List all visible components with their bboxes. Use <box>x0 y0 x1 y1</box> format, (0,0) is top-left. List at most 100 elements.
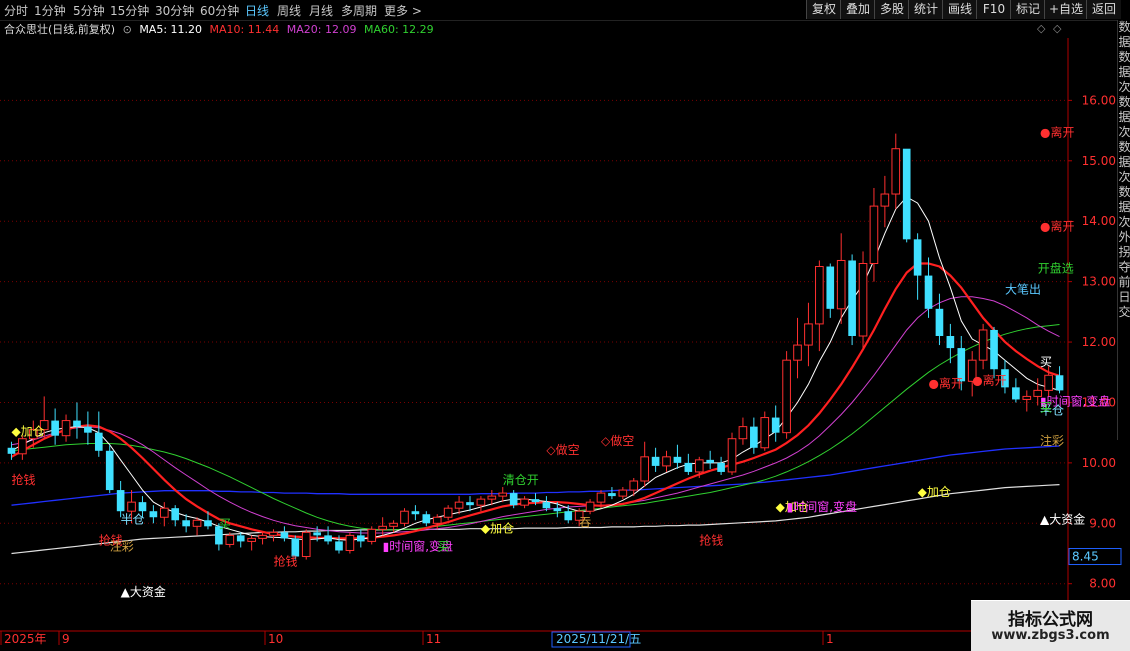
add-watchlist-button[interactable]: +自选 <box>1044 0 1087 19</box>
candle-body <box>694 459 704 473</box>
period-tab-month[interactable]: 月线 <box>309 2 333 19</box>
period-tab-multi[interactable]: 多周期 <box>341 2 377 19</box>
candle-body <box>378 525 387 530</box>
candle-body <box>280 532 289 539</box>
y-tick-label: 14.00 <box>1082 214 1116 228</box>
candle-body <box>869 205 879 265</box>
candle-body <box>891 148 901 195</box>
y-tick-label: 9.00 <box>1089 516 1116 530</box>
mark-button[interactable]: 标记 <box>1010 0 1045 19</box>
draw-line-button[interactable]: 画线 <box>942 0 977 19</box>
overlay-button[interactable]: 叠加 <box>840 0 875 19</box>
f10-button[interactable]: F10 <box>976 0 1011 19</box>
candle-body <box>531 499 540 503</box>
chevron-down-icon[interactable]: ⊙ <box>123 23 132 36</box>
right-panel-glyph: 前 <box>1118 275 1130 289</box>
stats-button[interactable]: 统计 <box>908 0 943 19</box>
candle-body <box>149 511 158 518</box>
right-panel-glyph: 外 <box>1118 230 1130 244</box>
period-tab-5min[interactable]: 5分钟 <box>73 2 105 19</box>
period-tab-fenshi[interactable]: 分时 <box>4 2 28 19</box>
ma10-label: MA10: 11.44 <box>209 23 280 36</box>
stock-title[interactable]: 合众思壮(日线,前复权) <box>4 23 115 36</box>
candle-body <box>301 531 311 558</box>
signal-annotation: ▲大资金 <box>1040 511 1085 526</box>
candle-body <box>750 426 758 448</box>
candle-body <box>389 522 398 527</box>
candle-body <box>596 492 606 503</box>
candle-body <box>706 459 715 463</box>
period-tab-week[interactable]: 周线 <box>277 2 301 19</box>
signal-annotation: ◆加仓 <box>11 425 44 439</box>
signal-annotation: 买 <box>219 517 231 531</box>
candle-body <box>858 263 868 337</box>
candle-body <box>7 447 16 454</box>
period-tab-60min[interactable]: 60分钟 <box>200 2 239 19</box>
candle-body <box>324 535 332 542</box>
right-panel-glyph: 次 <box>1118 215 1130 229</box>
settings-icon[interactable]: ◇ <box>1053 22 1061 35</box>
candle-body <box>978 329 988 361</box>
candle-body <box>182 520 190 527</box>
signal-annotation: ●离开 <box>1040 125 1074 140</box>
signal-annotation: 吞 <box>579 515 591 529</box>
candle-body <box>313 532 321 536</box>
right-panel-glyph: 数 <box>1118 50 1130 64</box>
signal-annotation: 抢钱 <box>273 554 297 569</box>
candle-body <box>946 336 955 349</box>
right-panel-glyph: 据 <box>1118 110 1130 124</box>
period-tab-30min[interactable]: 30分钟 <box>155 2 194 19</box>
ma60-label: MA60: 12.29 <box>363 23 434 36</box>
kline-chart[interactable]: 16.0015.0014.0013.0012.0011.0010.009.008… <box>0 38 1130 650</box>
candle-body <box>269 531 278 536</box>
right-panel-glyph: 数 <box>1118 20 1130 34</box>
candle-body <box>924 275 933 309</box>
period-toolbar: 分时 1分钟 5分钟 15分钟 30分钟 60分钟 日线 周线 月线 多周期 更… <box>0 0 1130 21</box>
candle-body <box>618 489 628 497</box>
right-panel-glyph: 日 <box>1118 290 1130 304</box>
candle-body <box>902 148 911 240</box>
candle-body <box>258 534 267 539</box>
x-tick-label: 2025年 <box>4 632 47 646</box>
candle-body <box>793 344 802 361</box>
candle-body <box>629 480 639 491</box>
candle-body <box>826 266 835 309</box>
signal-annotation: ◆加仓 <box>481 521 514 535</box>
right-panel-glyph: 据 <box>1118 200 1130 214</box>
multi-stock-button[interactable]: 多股 <box>874 0 909 19</box>
candle-body <box>1044 374 1053 391</box>
right-panel-glyph: 次 <box>1118 170 1130 184</box>
candle-body <box>335 541 343 551</box>
candle-body <box>127 501 136 512</box>
candle-body <box>476 498 486 506</box>
candle-body <box>935 308 944 336</box>
candle-body <box>542 502 551 509</box>
right-panel-glyph: 次 <box>1118 80 1130 94</box>
candle-body <box>509 493 518 506</box>
candle-body <box>105 450 114 491</box>
candle-body <box>247 537 256 542</box>
diamond-icon[interactable]: ◇ <box>1037 22 1045 35</box>
fuquan-button[interactable]: 复权 <box>806 0 841 19</box>
back-button[interactable]: 返回 <box>1086 0 1121 19</box>
period-tab-day[interactable]: 日线 <box>245 2 269 19</box>
watermark-logo: 指标公式网 www.zbgs3.com <box>971 600 1130 651</box>
candle-body <box>204 520 212 527</box>
x-tick-label: 11 <box>426 632 441 646</box>
candle-body <box>116 490 125 512</box>
y-tick-label: 15.00 <box>1082 154 1116 168</box>
signal-annotation: 开盘选 <box>1038 261 1074 276</box>
candle-body <box>487 495 497 500</box>
candle-body <box>61 420 71 437</box>
signal-annotation: 买 <box>1040 401 1052 415</box>
period-tab-more[interactable]: 更多 > <box>384 2 422 19</box>
signal-annotation: 抢钱 <box>11 472 35 487</box>
candle-body <box>422 514 431 524</box>
candle-body <box>1055 375 1064 391</box>
y-tick-label: 16.00 <box>1082 93 1116 107</box>
candle-body <box>18 438 27 455</box>
period-tab-1min[interactable]: 1分钟 <box>34 2 66 19</box>
signal-annotation: 买 <box>437 539 449 553</box>
signal-annotation: ◆加仓 <box>918 485 951 499</box>
period-tab-15min[interactable]: 15分钟 <box>110 2 149 19</box>
